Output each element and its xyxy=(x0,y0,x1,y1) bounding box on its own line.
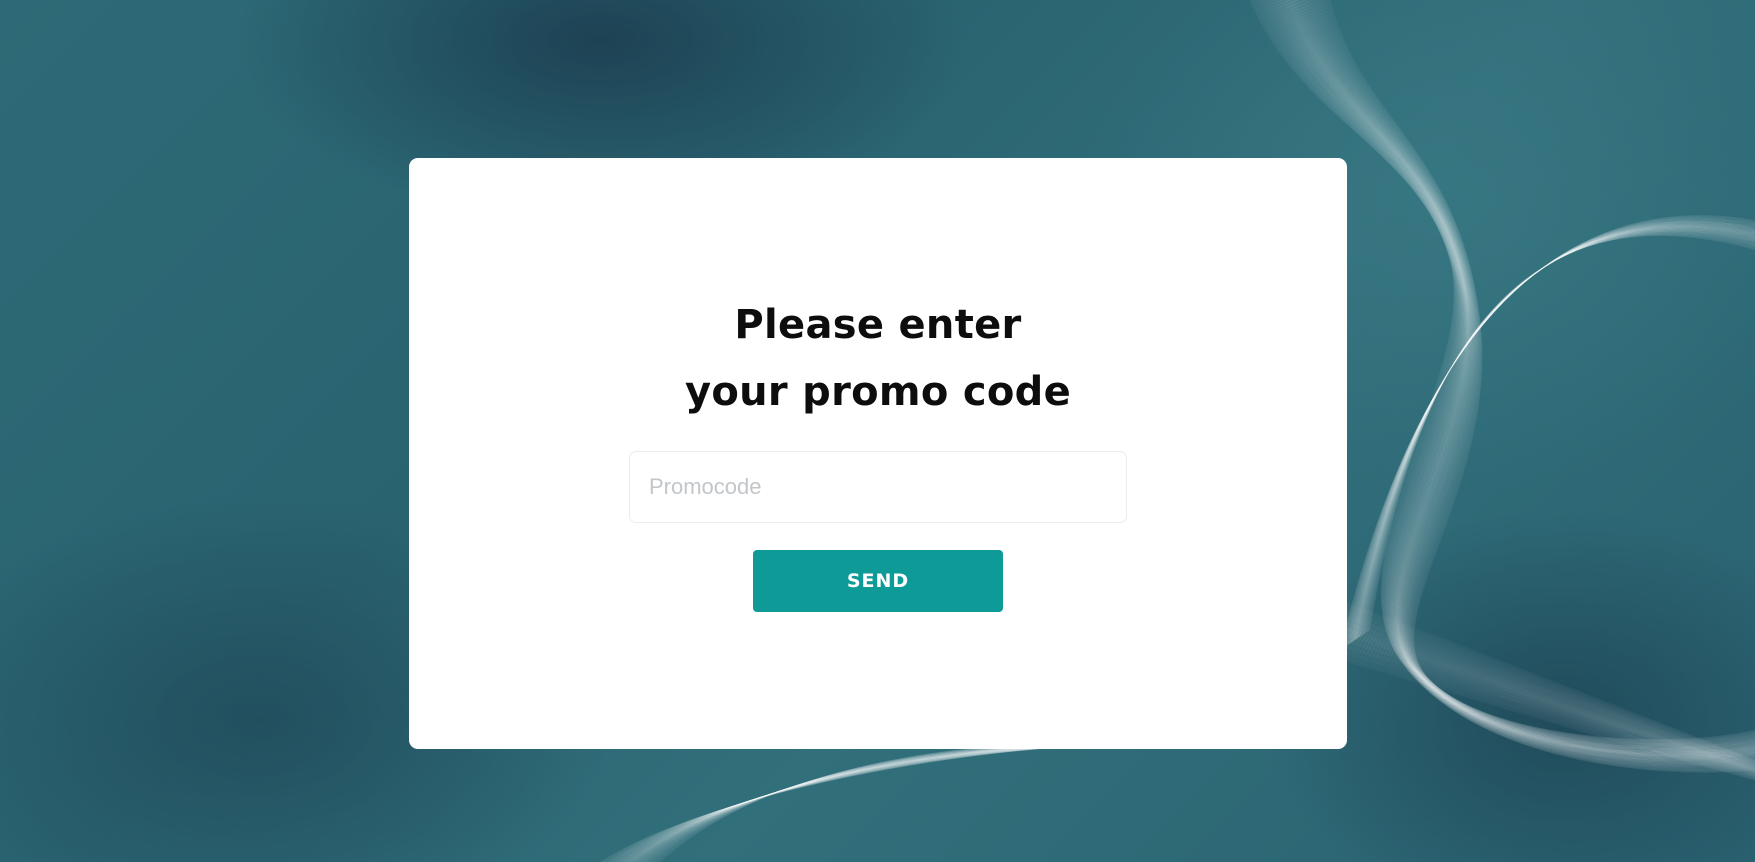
promo-code-input[interactable] xyxy=(629,451,1127,523)
send-button[interactable]: SEND xyxy=(753,550,1003,612)
page-title-line-2: your promo code xyxy=(684,369,1072,415)
promo-code-card: Please enter your promo code SEND xyxy=(409,158,1347,749)
page-title-line-1: Please enter xyxy=(734,302,1022,348)
